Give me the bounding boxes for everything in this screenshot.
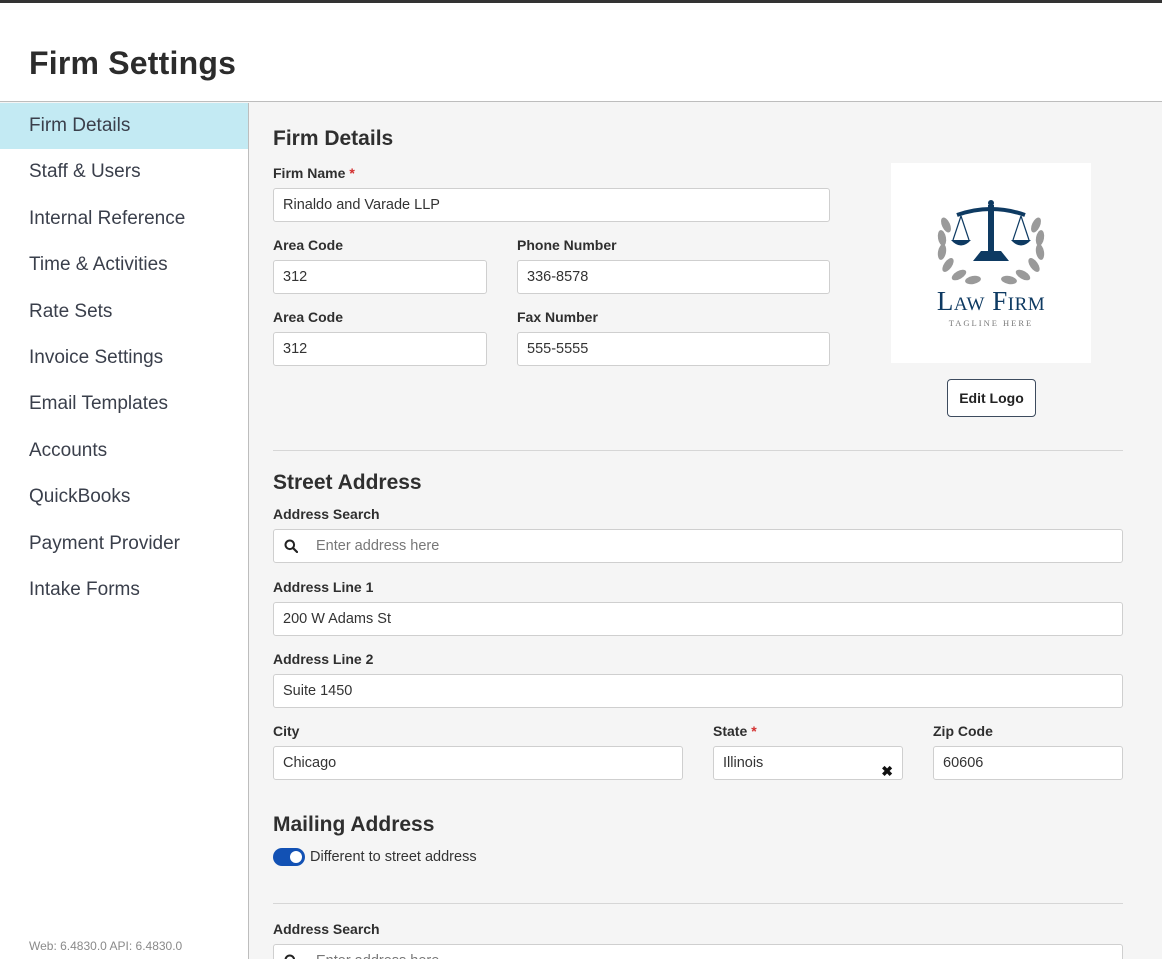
address-line1-label: Address Line 1 xyxy=(273,579,374,595)
mailing-address-search-input[interactable] xyxy=(308,945,1122,959)
sidebar-item-rate-sets[interactable]: Rate Sets xyxy=(0,289,248,335)
fax-number-label: Fax Number xyxy=(517,309,598,325)
search-icon xyxy=(274,530,308,562)
sidebar-item-payment-provider[interactable]: Payment Provider xyxy=(0,521,248,567)
sidebar-item-intake-forms[interactable]: Intake Forms xyxy=(0,567,248,613)
sidebar-item-internal-reference[interactable]: Internal Reference xyxy=(0,196,248,242)
address-line1-input[interactable] xyxy=(273,602,1123,636)
address-line2-input[interactable] xyxy=(273,674,1123,708)
state-select[interactable]: Illinois ✖ xyxy=(713,746,903,780)
clear-icon[interactable]: ✖ xyxy=(881,755,893,787)
sidebar-item-firm-details[interactable]: Firm Details xyxy=(0,103,248,150)
page-title: Firm Settings xyxy=(29,45,237,81)
required-marker: * xyxy=(751,723,757,739)
sidebar-item-time-activities[interactable]: Time & Activities xyxy=(0,242,248,288)
section-divider xyxy=(273,450,1123,451)
different-address-label: Different to street address xyxy=(310,849,477,865)
phone-number-label: Phone Number xyxy=(517,237,617,253)
address-search-input[interactable] xyxy=(308,530,1122,562)
phone-area-code-label: Area Code xyxy=(273,237,344,253)
phone-area-code-input[interactable] xyxy=(273,260,487,294)
edit-logo-button[interactable]: Edit Logo xyxy=(947,379,1036,417)
search-icon xyxy=(274,945,308,959)
address-search-label: Address Search xyxy=(273,506,380,522)
mailing-address-heading: Mailing Address xyxy=(273,813,435,836)
firm-details-heading: Firm Details xyxy=(273,127,394,150)
fax-area-code-input[interactable] xyxy=(273,332,487,366)
different-address-toggle[interactable] xyxy=(273,848,305,866)
main-content: Firm Details Firm Name* Area Code Phone … xyxy=(249,103,1162,959)
mailing-address-search-label: Address Search xyxy=(273,921,380,937)
firm-logo: Law Firm Tagline Here xyxy=(891,163,1091,363)
city-input[interactable] xyxy=(273,746,683,780)
required-marker: * xyxy=(349,165,355,181)
logo-title: Law Firm xyxy=(936,286,1046,316)
zip-code-label: Zip Code xyxy=(933,723,993,739)
street-address-heading: Street Address xyxy=(273,471,422,494)
address-search-field xyxy=(273,529,1123,563)
state-label: State * xyxy=(713,723,757,739)
section-divider xyxy=(273,903,1123,904)
mailing-address-search-field xyxy=(273,944,1123,959)
page-header: Firm Settings xyxy=(0,3,1162,102)
toggle-knob xyxy=(290,851,302,863)
address-line2-label: Address Line 2 xyxy=(273,651,374,667)
sidebar-item-accounts[interactable]: Accounts xyxy=(0,428,248,474)
sidebar-item-staff-users[interactable]: Staff & Users xyxy=(0,149,248,195)
sidebar-item-email-templates[interactable]: Email Templates xyxy=(0,381,248,427)
phone-number-input[interactable] xyxy=(517,260,830,294)
sidebar-item-invoice-settings[interactable]: Invoice Settings xyxy=(0,335,248,381)
scales-of-justice-icon xyxy=(937,200,1045,285)
version-info: Web: 6.4830.0 API: 6.4830.0 xyxy=(29,939,183,953)
fax-number-input[interactable] xyxy=(517,332,830,366)
firm-name-input[interactable] xyxy=(273,188,830,222)
fax-area-code-label: Area Code xyxy=(273,309,344,325)
zip-code-input[interactable] xyxy=(933,746,1123,780)
city-label: City xyxy=(273,723,300,739)
logo-tagline: Tagline Here xyxy=(948,318,1034,328)
sidebar-item-quickbooks[interactable]: QuickBooks xyxy=(0,474,248,520)
firm-name-label: Firm Name * xyxy=(273,165,355,181)
state-selected-value: Illinois xyxy=(723,755,764,771)
sidebar: Firm Details Staff & Users Internal Refe… xyxy=(0,103,249,959)
